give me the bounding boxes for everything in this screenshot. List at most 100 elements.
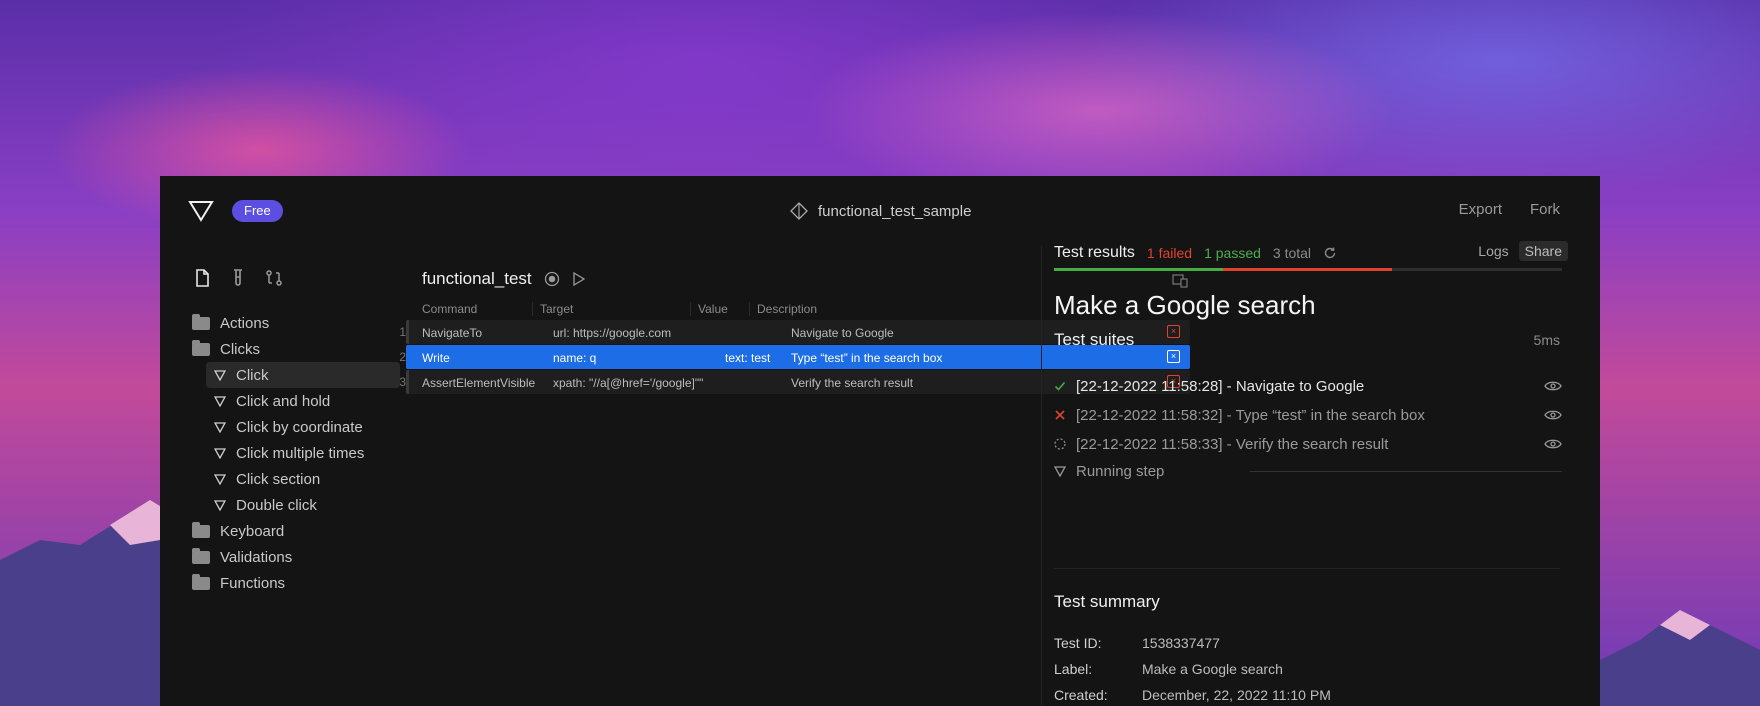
column-value: Value (690, 302, 728, 316)
folder-icon (192, 573, 210, 590)
column-command: Command (422, 302, 478, 316)
top-bar: Free functional_test_sample Export Fork (160, 176, 1600, 246)
delete-row-button[interactable]: × (1167, 350, 1180, 363)
tree-item-click[interactable]: Click (206, 362, 400, 388)
test-tube-icon[interactable] (228, 268, 248, 288)
step-item[interactable]: [22-12-2022 11:58:28] - Navigate to Goog… (1054, 375, 1562, 397)
tree-label: Click multiple times (236, 444, 365, 462)
test-name: functional_test (422, 269, 532, 288)
row-command: NavigateTo (422, 326, 483, 340)
project-title[interactable]: functional_test_sample (790, 198, 971, 224)
progress-passed (1054, 268, 1223, 271)
triangle-icon (214, 396, 226, 407)
logs-tab[interactable]: Logs (1474, 241, 1512, 261)
test-suites-title: Test suites (1054, 330, 1135, 349)
export-button[interactable]: Export (1459, 201, 1502, 218)
summary-value: December, 22, 2022 11:10 PM (1142, 687, 1331, 703)
column-description: Description (749, 302, 817, 316)
triangle-icon (214, 448, 226, 459)
summary-value: Make a Google search (1142, 661, 1283, 677)
check-icon (1054, 381, 1066, 391)
folder-functions[interactable]: Functions (192, 570, 432, 596)
tree-label: Click by coordinate (236, 418, 363, 436)
failed-count[interactable]: 1 failed (1147, 245, 1192, 261)
row-target: xpath: "//a[@href='/google]"" (553, 376, 704, 390)
summary-value: 1538337477 (1142, 635, 1220, 651)
row-description: Verify the search result (791, 376, 914, 390)
folder-icon (192, 313, 210, 330)
diamond-icon (790, 202, 808, 220)
eye-icon[interactable] (1544, 438, 1562, 450)
summary-key: Created: (1054, 687, 1108, 703)
plan-badge: Free (232, 200, 283, 222)
tree-label: Clicks (220, 340, 260, 358)
delete-row-button[interactable]: × (1167, 325, 1180, 338)
cross-icon (1055, 410, 1065, 420)
row-description: Type “test” in the search box (791, 351, 943, 365)
step-item[interactable]: [22-12-2022 11:58:33] - Verify the searc… (1054, 433, 1562, 455)
tree-label: Actions (220, 314, 270, 332)
step-item[interactable]: [22-12-2022 11:58:32] - Type “test” in t… (1054, 404, 1562, 426)
row-number: 2 (399, 350, 406, 364)
passed-count[interactable]: 1 passed (1204, 245, 1261, 261)
panel-divider (1041, 246, 1042, 706)
summary-row: Test ID: 1538337477 (1054, 635, 1220, 651)
folder-keyboard[interactable]: Keyboard (192, 518, 432, 544)
running-step: Running step (1054, 460, 1562, 482)
triangle-icon (214, 474, 226, 485)
spinner-icon (1054, 438, 1066, 450)
row-value: text: test (725, 351, 771, 365)
step-text: [22-12-2022 11:58:32] - Type “test” in t… (1076, 406, 1425, 424)
tree-label: Functions (220, 574, 286, 592)
logo-icon[interactable] (188, 200, 214, 222)
tree-item-click-section[interactable]: Click section (192, 466, 432, 492)
test-heading: Make a Google search (1054, 290, 1316, 320)
tree-label: Validations (220, 548, 293, 566)
tree-label: Click section (236, 470, 321, 488)
sidebar-toolbar (192, 268, 284, 288)
row-command: AssertElementVisible (422, 376, 536, 390)
folder-validations[interactable]: Validations (192, 544, 432, 570)
tree-item-click-by-coordinate[interactable]: Click by coordinate (192, 414, 432, 440)
running-step-label: Running step (1076, 462, 1165, 480)
row-target: name: q (553, 351, 597, 365)
fork-button[interactable]: Fork (1530, 201, 1560, 218)
eye-icon[interactable] (1544, 409, 1562, 421)
row-target: url: https://google.com (553, 326, 672, 340)
flow-icon[interactable] (264, 268, 284, 288)
results-title: Test results (1054, 244, 1135, 261)
tree-item-double-click[interactable]: Double click (192, 492, 432, 518)
folder-icon (192, 521, 210, 538)
row-number: 1 (399, 325, 406, 339)
record-icon[interactable] (544, 271, 560, 287)
play-icon[interactable] (572, 271, 586, 287)
app-window: Free functional_test_sample Export Fork … (160, 176, 1600, 706)
summary-title: Test summary (1054, 592, 1160, 611)
row-number: 3 (399, 375, 406, 389)
tree-label: Click (236, 366, 269, 384)
refresh-icon[interactable] (1323, 246, 1337, 260)
progress-failed (1223, 268, 1392, 271)
tree-label: Keyboard (220, 522, 285, 540)
tree-item-click-multiple-times[interactable]: Click multiple times (192, 440, 432, 466)
summary-row: Created: December, 22, 2022 11:10 PM (1054, 687, 1331, 703)
tree-label: Click and hold (236, 392, 331, 410)
device-icon[interactable] (1172, 274, 1188, 288)
project-name: functional_test_sample (818, 202, 972, 220)
section-divider (1054, 568, 1560, 569)
triangle-icon (1054, 466, 1066, 477)
file-icon[interactable] (192, 268, 212, 288)
triangle-icon (214, 370, 226, 381)
eye-icon[interactable] (1544, 380, 1562, 392)
step-text: [22-12-2022 11:58:28] - Navigate to Goog… (1076, 377, 1365, 395)
step-text: [22-12-2022 11:58:33] - Verify the searc… (1076, 435, 1389, 453)
share-tab[interactable]: Share (1518, 241, 1568, 261)
row-command: Write (422, 351, 450, 365)
results-progress-bar (1054, 268, 1562, 271)
tree-item-click-and-hold[interactable]: Click and hold (192, 388, 432, 414)
column-target: Target (532, 302, 573, 316)
folder-icon (192, 339, 210, 356)
total-count[interactable]: 3 total (1273, 245, 1311, 261)
summary-key: Label: (1054, 661, 1093, 677)
triangle-icon (214, 422, 226, 433)
